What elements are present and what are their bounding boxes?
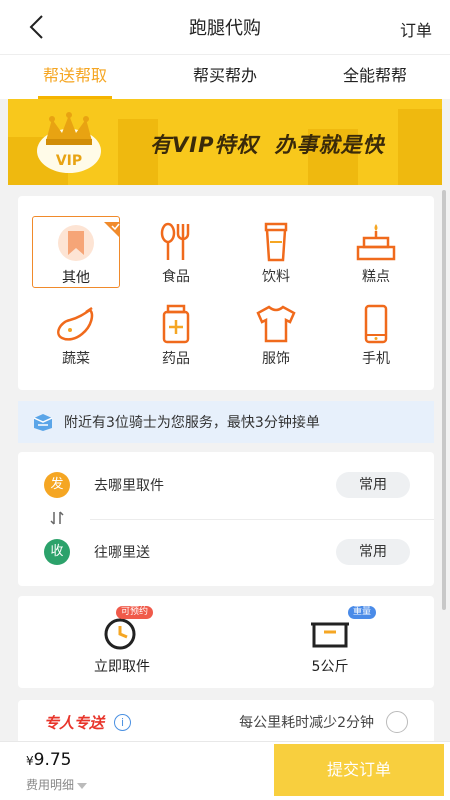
vip-slogan-a: 有VIP特权: [150, 133, 259, 157]
category-drink[interactable]: 饮料: [232, 216, 320, 288]
weight-label: 5公斤: [311, 659, 349, 675]
vip-crown-icon: VIP: [37, 112, 101, 173]
category-medicine[interactable]: 药品: [132, 298, 220, 370]
rider-notice-text: 附近有3位骑士为您服务，最快3分钟接单: [64, 415, 320, 431]
clock-icon: [104, 618, 136, 650]
tshirt-icon: [256, 305, 296, 343]
vip-slogan: 有VIP特权 办事就是快: [150, 129, 384, 159]
pickup-address-text: 去哪里取件: [94, 478, 164, 494]
spoon-fork-icon: [160, 222, 190, 260]
dropoff-address-text: 往哪里送: [94, 545, 150, 561]
tab-bar: 帮送帮取 帮买帮办 全能帮帮: [0, 54, 450, 99]
category-pastry[interactable]: 糕点: [332, 216, 420, 288]
bookmark-icon: [58, 225, 94, 261]
category-label: 饮料: [262, 269, 290, 285]
tab-send-pickup[interactable]: 帮送帮取: [0, 55, 150, 99]
dropoff-common-button[interactable]: 常用: [336, 539, 410, 565]
options-card: 立即取件 可预约 5公斤 重量: [18, 596, 434, 688]
pickup-address-row[interactable]: 发 去哪里取件 常用: [18, 460, 434, 510]
scrollbar[interactable]: [442, 190, 446, 610]
weight-badge: 重量: [348, 606, 377, 619]
rider-notice: 附近有3位骑士为您服务，最快3分钟接单: [18, 401, 434, 443]
box-icon: [33, 414, 53, 431]
vip-slogan-b: 办事就是快: [274, 133, 385, 157]
express-service-desc: 每公里耗时减少2分钟: [239, 715, 374, 731]
orders-link[interactable]: 订单: [400, 17, 432, 41]
pickup-time-label: 立即取件: [94, 659, 150, 675]
currency-symbol: ¥: [26, 754, 34, 768]
fee-detail-label: 费用明细: [26, 778, 75, 792]
vip-badge-text: VIP: [56, 153, 82, 169]
category-label: 蔬菜: [62, 351, 90, 367]
reservable-badge: 可预约: [116, 606, 154, 619]
category-vegetable[interactable]: 蔬菜: [32, 298, 120, 370]
price-value: 9.75: [33, 750, 72, 770]
package-box-icon: [311, 622, 349, 648]
category-phone[interactable]: 手机: [332, 298, 420, 370]
express-service-row[interactable]: 专人专送 i 每公里耗时减少2分钟: [18, 700, 434, 744]
category-label: 服饰: [262, 351, 290, 367]
pickup-common-button[interactable]: 常用: [336, 472, 410, 498]
vip-banner[interactable]: VIP 有VIP特权 办事就是快: [8, 99, 442, 185]
selected-check-icon: [104, 222, 120, 238]
address-card: 发 去哪里取件 常用 收 往哪里送 常用: [18, 452, 434, 586]
page-title: 跑腿代购: [189, 18, 261, 39]
category-grid: 其他 食品 饮料 糕点 蔬菜 药品 服饰 手机: [18, 196, 434, 390]
swap-icon[interactable]: [50, 510, 64, 526]
weight-option[interactable]: 5公斤 重量: [226, 596, 434, 688]
category-label: 手机: [362, 351, 390, 367]
dropoff-badge: 收: [44, 539, 70, 565]
chevron-down-icon: [77, 782, 88, 789]
fee-detail-toggle[interactable]: 费用明细: [26, 776, 88, 793]
bottom-bar: ¥9.75 费用明细 提交订单: [0, 741, 450, 800]
medicine-bottle-icon: [162, 304, 190, 344]
category-other[interactable]: 其他: [32, 216, 120, 288]
category-label: 其他: [62, 270, 90, 286]
cake-icon: [356, 224, 396, 261]
address-divider: [90, 519, 434, 520]
top-nav: 跑腿代购 订单: [0, 0, 450, 54]
submit-order-button[interactable]: 提交订单: [274, 744, 444, 796]
phone-icon: [364, 304, 388, 344]
category-clothing[interactable]: 服饰: [232, 298, 320, 370]
back-arrow-icon[interactable]: [22, 12, 52, 42]
dropoff-address-row[interactable]: 收 往哪里送 常用: [18, 527, 434, 577]
pickup-badge: 发: [44, 472, 70, 498]
pickup-time-option[interactable]: 立即取件 可预约: [18, 596, 226, 688]
category-label: 药品: [162, 351, 190, 367]
express-service-name: 专人专送: [44, 713, 105, 732]
express-service-radio[interactable]: [386, 711, 408, 733]
tab-buy-handle[interactable]: 帮买帮办: [150, 55, 300, 99]
total-price: ¥9.75: [26, 750, 72, 770]
tab-all-help[interactable]: 全能帮帮: [300, 55, 450, 99]
category-food[interactable]: 食品: [132, 216, 220, 288]
info-icon[interactable]: i: [114, 713, 132, 731]
category-label: 食品: [162, 269, 190, 285]
eggplant-icon: [57, 306, 94, 341]
category-label: 糕点: [362, 269, 390, 285]
cup-icon: [264, 222, 288, 262]
